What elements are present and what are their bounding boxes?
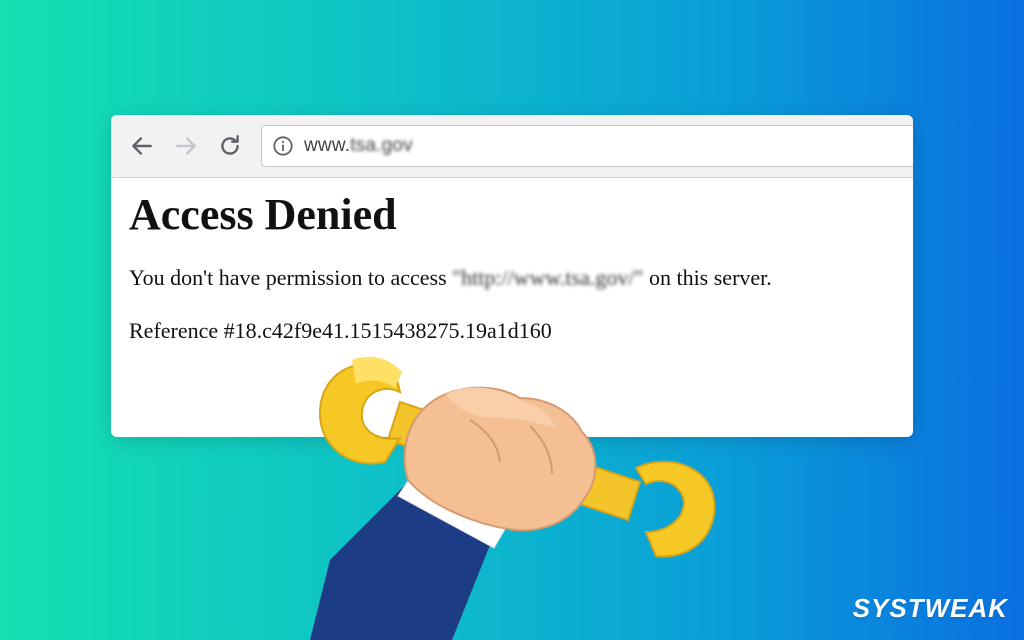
- page-title: Access Denied: [129, 190, 397, 239]
- reload-button[interactable]: [215, 131, 245, 161]
- back-button[interactable]: [127, 131, 157, 161]
- message-text-after: on this server.: [643, 265, 772, 291]
- forward-button[interactable]: [171, 131, 201, 161]
- message-text-before: You don't have permission to access: [129, 265, 453, 291]
- error-message: You don't have permission to access "htt…: [129, 265, 893, 291]
- browser-window: www.tsa.gov Access Denied You don't have…: [111, 115, 913, 437]
- browser-toolbar: www.tsa.gov: [111, 115, 913, 178]
- url-text: www.tsa.gov: [304, 135, 413, 157]
- address-bar[interactable]: www.tsa.gov: [261, 125, 913, 167]
- url-prefix: www.: [304, 135, 351, 156]
- url-host: tsa.gov: [350, 135, 413, 156]
- systweak-logo: SYSTWEAK: [852, 593, 1008, 623]
- info-icon[interactable]: [272, 135, 294, 157]
- arrow-left-icon: [132, 137, 152, 155]
- page-content: Access Denied You don't have permission …: [129, 190, 893, 344]
- arrow-right-icon: [176, 137, 196, 155]
- message-url: "http://www.tsa.gov/": [452, 265, 644, 291]
- reload-icon: [221, 135, 239, 155]
- reference-number: Reference #18.c42f9e41.1515438275.19a1d1…: [129, 317, 552, 343]
